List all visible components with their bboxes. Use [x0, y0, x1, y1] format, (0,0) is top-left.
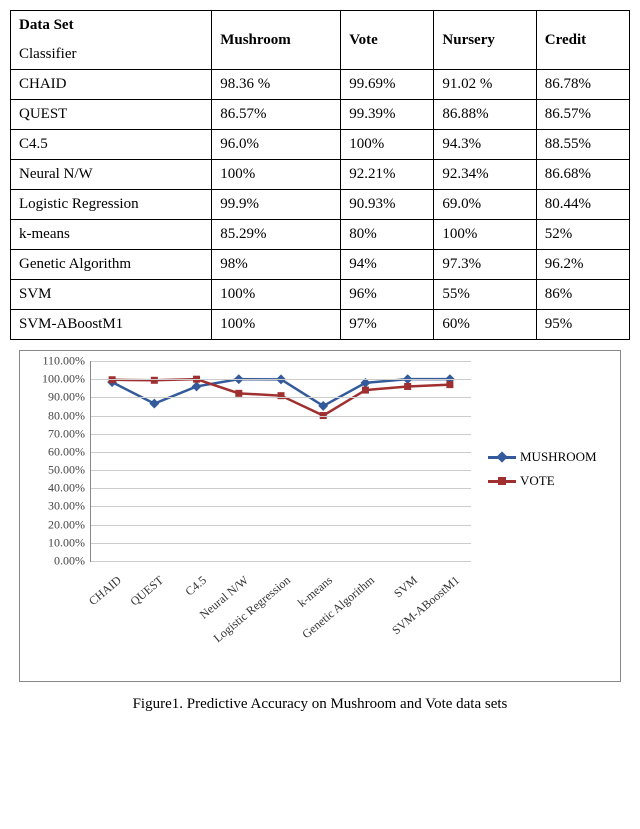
cell-value: 90.93%: [341, 190, 434, 220]
row-label: k-means: [11, 220, 212, 250]
cell-value: 97.3%: [434, 250, 536, 280]
cell-value: 86.68%: [536, 160, 629, 190]
cell-value: 100%: [341, 130, 434, 160]
row-label: SVM: [11, 280, 212, 310]
table-row: Logistic Regression99.9%90.93%69.0%80.44…: [11, 190, 630, 220]
table-row: Neural N/W100%92.21%92.34%86.68%: [11, 160, 630, 190]
cell-value: 96.0%: [212, 130, 341, 160]
row-label: Genetic Algorithm: [11, 250, 212, 280]
cell-value: 92.34%: [434, 160, 536, 190]
table-row: SVM-ABoostM1100%97%60%95%: [11, 310, 630, 340]
cell-value: 100%: [434, 220, 536, 250]
cell-value: 86%: [536, 280, 629, 310]
cell-value: 80.44%: [536, 190, 629, 220]
cell-value: 94%: [341, 250, 434, 280]
cell-value: 99.9%: [212, 190, 341, 220]
row-label: C4.5: [11, 130, 212, 160]
y-tick-label: 110.00%: [27, 354, 85, 369]
table-row: Genetic Algorithm98%94%97.3%96.2%: [11, 250, 630, 280]
y-tick-label: 30.00%: [27, 499, 85, 514]
row-label: QUEST: [11, 100, 212, 130]
cell-value: 86.57%: [536, 100, 629, 130]
table-row: k-means85.29%80%100%52%: [11, 220, 630, 250]
legend-mushroom: MUSHROOM: [488, 449, 597, 465]
x-tick-label: CHAID: [86, 573, 125, 609]
cell-value: 100%: [212, 310, 341, 340]
y-tick-label: 0.00%: [27, 554, 85, 569]
y-tick-label: 100.00%: [27, 372, 85, 387]
square-icon: [488, 480, 516, 483]
y-tick-label: 40.00%: [27, 481, 85, 496]
cell-value: 100%: [212, 160, 341, 190]
cell-value: 94.3%: [434, 130, 536, 160]
figure-caption: Figure1. Predictive Accuracy on Mushroom…: [10, 696, 630, 713]
cell-value: 96.2%: [536, 250, 629, 280]
cell-value: 88.55%: [536, 130, 629, 160]
row-label: Logistic Regression: [11, 190, 212, 220]
row-label: Neural N/W: [11, 160, 212, 190]
table-row: CHAID98.36 %99.69%91.02 %86.78%: [11, 70, 630, 100]
legend-mushroom-label: MUSHROOM: [520, 449, 597, 465]
col-nursery: Nursery: [434, 11, 536, 70]
col-vote: Vote: [341, 11, 434, 70]
cell-value: 97%: [341, 310, 434, 340]
cell-value: 98.36 %: [212, 70, 341, 100]
y-tick-label: 60.00%: [27, 444, 85, 459]
y-tick-label: 50.00%: [27, 463, 85, 478]
cell-value: 52%: [536, 220, 629, 250]
accuracy-chart: 0.00% 10.00% 20.00% 30.00% 40.00% 50.00% 60.00…: [19, 350, 621, 682]
cell-value: 85.29%: [212, 220, 341, 250]
accuracy-table: Data Set Mushroom Vote Nursery Credit Cl…: [10, 10, 630, 340]
cell-value: 96%: [341, 280, 434, 310]
y-tick-label: 20.00%: [27, 517, 85, 532]
cell-value: 92.21%: [341, 160, 434, 190]
row-label: SVM-ABoostM1: [11, 310, 212, 340]
col-credit: Credit: [536, 11, 629, 70]
cell-value: 91.02 %: [434, 70, 536, 100]
cell-value: 99.39%: [341, 100, 434, 130]
table-row: C4.596.0%100%94.3%88.55%: [11, 130, 630, 160]
legend-vote-label: VOTE: [520, 473, 555, 489]
header-classifier: Classifier: [11, 40, 212, 70]
y-tick-label: 90.00%: [27, 390, 85, 405]
x-tick-label: Logistic Regression: [211, 573, 294, 646]
col-mushroom: Mushroom: [212, 11, 341, 70]
cell-value: 69.0%: [434, 190, 536, 220]
cell-value: 60%: [434, 310, 536, 340]
cell-value: 86.57%: [212, 100, 341, 130]
cell-value: 86.78%: [536, 70, 629, 100]
cell-value: 80%: [341, 220, 434, 250]
cell-value: 95%: [536, 310, 629, 340]
x-tick-label: SVM: [391, 573, 421, 601]
chart-legend: MUSHROOM VOTE: [488, 441, 597, 497]
cell-value: 98%: [212, 250, 341, 280]
cell-value: 99.69%: [341, 70, 434, 100]
cell-value: 55%: [434, 280, 536, 310]
cell-value: 86.88%: [434, 100, 536, 130]
legend-vote: VOTE: [488, 473, 597, 489]
y-tick-label: 80.00%: [27, 408, 85, 423]
y-tick-label: 10.00%: [27, 535, 85, 550]
x-tick-label: QUEST: [128, 573, 167, 609]
table-row: SVM100%96%55%86%: [11, 280, 630, 310]
y-tick-label: 70.00%: [27, 426, 85, 441]
cell-value: 100%: [212, 280, 341, 310]
diamond-icon: [488, 456, 516, 459]
row-label: CHAID: [11, 70, 212, 100]
header-dataset: Data Set: [11, 11, 212, 41]
table-row: QUEST86.57%99.39%86.88%86.57%: [11, 100, 630, 130]
x-tick-label: C4.5: [182, 573, 209, 599]
